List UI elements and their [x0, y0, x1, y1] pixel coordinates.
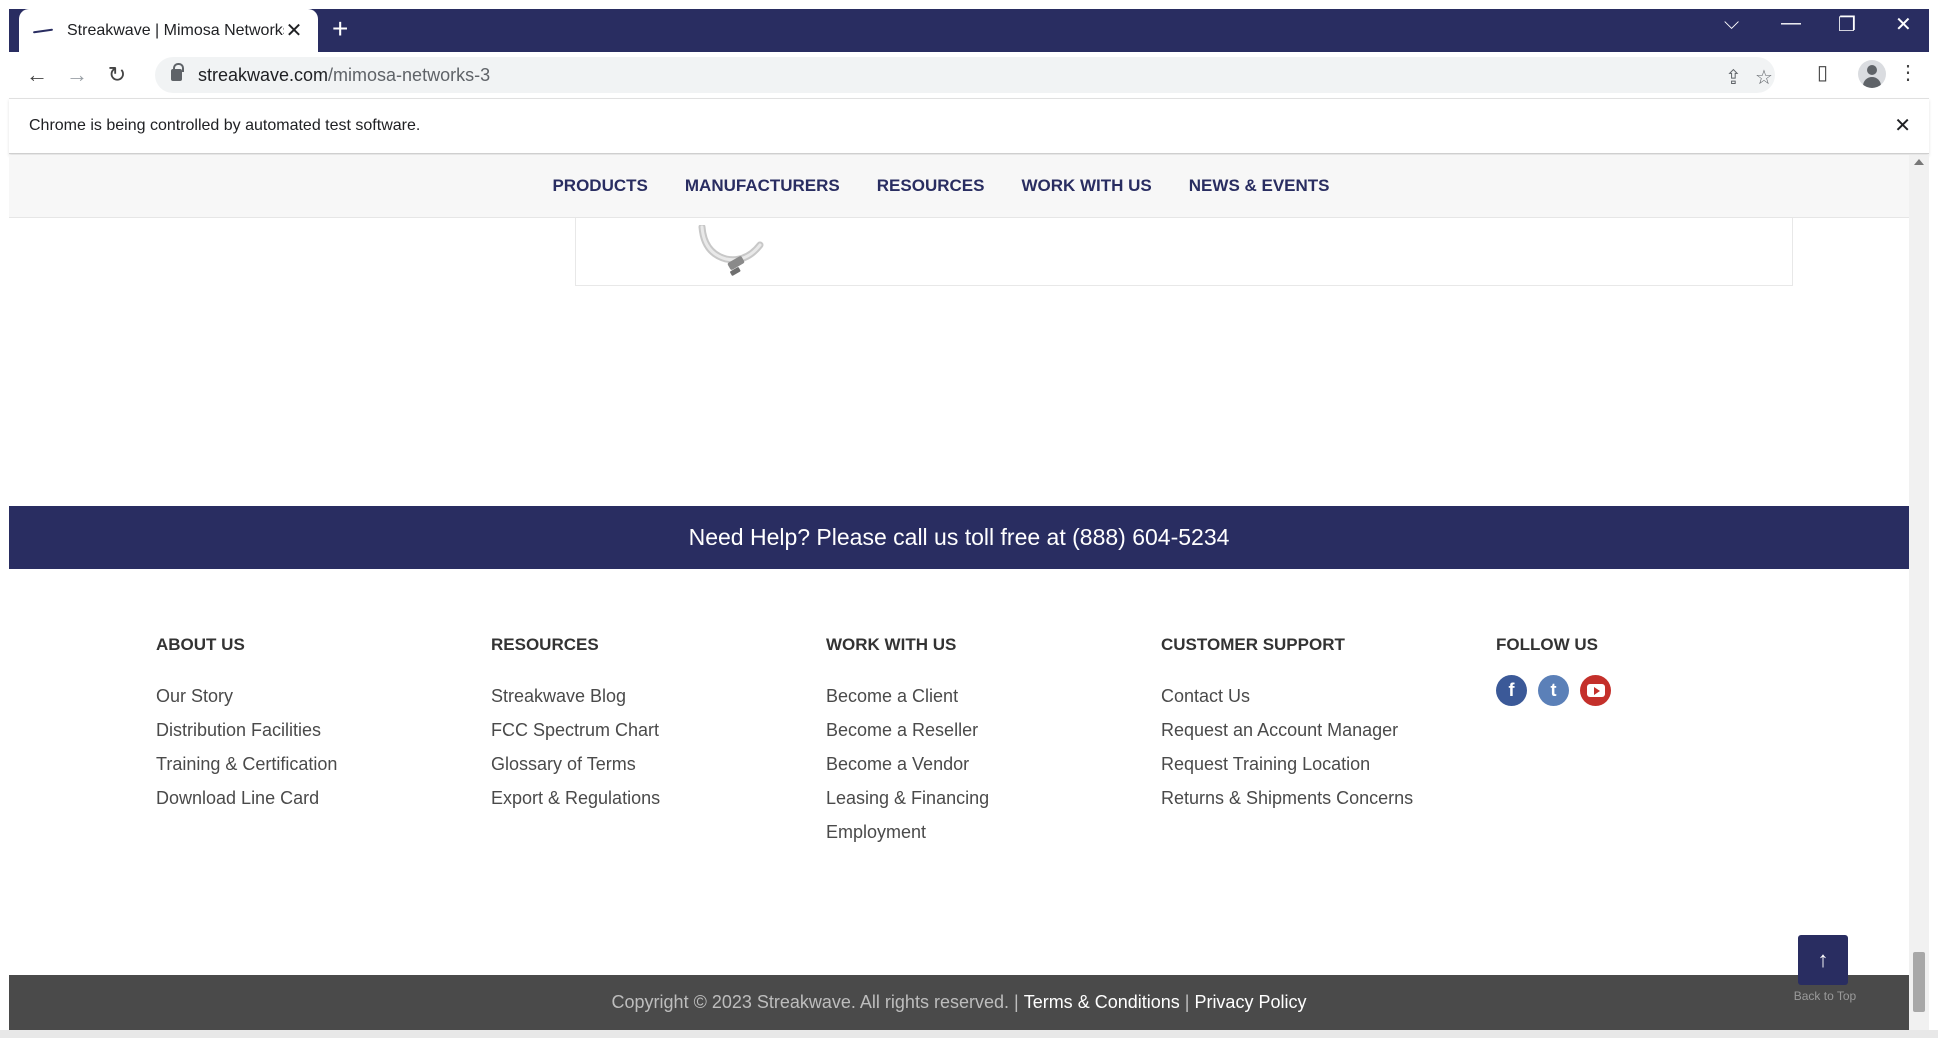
browser-toolbar: ← → ↻ streakwave.com/mimosa-networks-3 ⇪…: [9, 52, 1929, 98]
footer-about-heading: ABOUT US: [156, 635, 245, 654]
footer-link-request-account-manager[interactable]: Request an Account Manager: [1161, 713, 1491, 747]
reload-icon[interactable]: ↻: [97, 62, 137, 88]
youtube-play-shape: [1586, 684, 1605, 697]
main-navigation: PRODUCTS MANUFACTURERS RESOURCES WORK WI…: [9, 155, 1909, 218]
footer-link-employment[interactable]: Employment: [826, 815, 1156, 849]
social-links: f t: [1496, 675, 1826, 706]
streakwave-favicon-icon: [32, 28, 54, 33]
bookmark-star-icon[interactable]: ☆: [1755, 65, 1773, 90]
footer-follow-column: FOLLOW US f t: [1496, 635, 1826, 706]
nav-resources[interactable]: RESOURCES: [877, 176, 985, 196]
new-tab-icon[interactable]: +: [332, 15, 348, 43]
youtube-icon[interactable]: [1580, 675, 1611, 706]
footer-work-column: WORK WITH US Become a Client Become a Re…: [826, 635, 1156, 849]
page-viewport: PRODUCTS MANUFACTURERS RESOURCES WORK WI…: [9, 155, 1909, 1030]
nav-products[interactable]: PRODUCTS: [552, 176, 647, 196]
back-to-top-label: Back to Top: [1793, 989, 1857, 1003]
side-panel-icon[interactable]: ▯: [1817, 60, 1828, 85]
url-host: streakwave.com: [198, 64, 329, 85]
scrollbar-thumb[interactable]: [1913, 952, 1925, 1012]
copyright-text: Copyright © 2023 Streakwave. All rights …: [611, 992, 1019, 1012]
footer-follow-heading: FOLLOW US: [1496, 635, 1598, 654]
share-icon[interactable]: ⇪: [1725, 65, 1742, 90]
url-path: /mimosa-networks-3: [328, 64, 491, 85]
footer-link-our-story[interactable]: Our Story: [156, 679, 486, 713]
address-bar[interactable]: streakwave.com/mimosa-networks-3 ⇪ ☆: [155, 57, 1775, 93]
infobar-close-icon[interactable]: ✕: [1894, 113, 1911, 138]
minimize-icon[interactable]: —: [1781, 12, 1801, 35]
scroll-up-icon[interactable]: [1914, 159, 1924, 165]
help-banner: Need Help? Please call us toll free at (…: [9, 506, 1909, 569]
footer-link-distribution-facilities[interactable]: Distribution Facilities: [156, 713, 486, 747]
tab-close-icon[interactable]: ✕: [284, 18, 304, 43]
help-phone-text[interactable]: Need Help? Please call us toll free at (…: [689, 524, 1230, 551]
restore-icon[interactable]: ❐: [1838, 12, 1856, 37]
browser-tab[interactable]: Streakwave | Mimosa Networks ✕: [19, 9, 318, 52]
footer-resources-column: RESOURCES Streakwave Blog FCC Spectrum C…: [491, 635, 821, 815]
automation-infobar: Chrome is being controlled by automated …: [9, 98, 1929, 154]
lock-icon[interactable]: [171, 63, 184, 81]
twitter-icon[interactable]: t: [1538, 675, 1569, 706]
footer-link-become-reseller[interactable]: Become a Reseller: [826, 713, 1156, 747]
nav-work-with-us[interactable]: WORK WITH US: [1021, 176, 1151, 196]
footer-about-column: ABOUT US Our Story Distribution Faciliti…: [156, 635, 486, 815]
back-icon[interactable]: ←: [17, 62, 57, 88]
footer-link-become-client[interactable]: Become a Client: [826, 679, 1156, 713]
tab-title: Streakwave | Mimosa Networks: [67, 21, 284, 39]
url-text: streakwave.com/mimosa-networks-3: [198, 65, 490, 86]
footer-link-streakwave-blog[interactable]: Streakwave Blog: [491, 679, 821, 713]
footer-link-returns-shipments[interactable]: Returns & Shipments Concerns: [1161, 781, 1491, 815]
copyright-separator: |: [1184, 992, 1190, 1012]
tab-search-icon[interactable]: ⌵: [1724, 12, 1739, 35]
chrome-menu-icon[interactable]: ⋮: [1898, 60, 1918, 85]
footer-link-request-training-location[interactable]: Request Training Location: [1161, 747, 1491, 781]
nav-manufacturers[interactable]: MANUFACTURERS: [685, 176, 840, 196]
footer-work-heading: WORK WITH US: [826, 635, 957, 654]
footer-link-download-line-card[interactable]: Download Line Card: [156, 781, 486, 815]
footer-link-contact-us[interactable]: Contact Us: [1161, 679, 1491, 713]
forward-icon[interactable]: →: [57, 62, 97, 88]
footer-support-column: CUSTOMER SUPPORT Contact Us Request an A…: [1161, 635, 1491, 815]
back-to-top-button[interactable]: ↑: [1798, 935, 1848, 985]
browser-tab-bar: Streakwave | Mimosa Networks ✕ + ⌵ — ❐ ✕: [0, 0, 1938, 52]
profile-avatar-icon[interactable]: [1858, 60, 1886, 88]
footer-link-export-regulations[interactable]: Export & Regulations: [491, 781, 821, 815]
privacy-link[interactable]: Privacy Policy: [1194, 992, 1306, 1013]
window-bottom-edge: [0, 1030, 1938, 1038]
footer-link-become-vendor[interactable]: Become a Vendor: [826, 747, 1156, 781]
footer-link-fcc-spectrum-chart[interactable]: FCC Spectrum Chart: [491, 713, 821, 747]
terms-link[interactable]: Terms & Conditions: [1024, 992, 1180, 1013]
window-close-icon[interactable]: ✕: [1895, 12, 1912, 37]
copyright-bar: Copyright © 2023 Streakwave. All rights …: [9, 975, 1909, 1030]
footer-link-training-certification[interactable]: Training & Certification: [156, 747, 486, 781]
facebook-icon[interactable]: f: [1496, 675, 1527, 706]
footer-link-leasing-financing[interactable]: Leasing & Financing: [826, 781, 1156, 815]
mounting-clamp-image[interactable]: [694, 225, 774, 285]
nav-news-events[interactable]: NEWS & EVENTS: [1189, 176, 1330, 196]
infobar-message: Chrome is being controlled by automated …: [29, 117, 421, 134]
page-scrollbar[interactable]: [1909, 155, 1929, 1030]
arrow-up-icon: ↑: [1817, 947, 1829, 972]
footer-resources-heading: RESOURCES: [491, 635, 599, 654]
footer-link-glossary-of-terms[interactable]: Glossary of Terms: [491, 747, 821, 781]
footer-support-heading: CUSTOMER SUPPORT: [1161, 635, 1345, 654]
